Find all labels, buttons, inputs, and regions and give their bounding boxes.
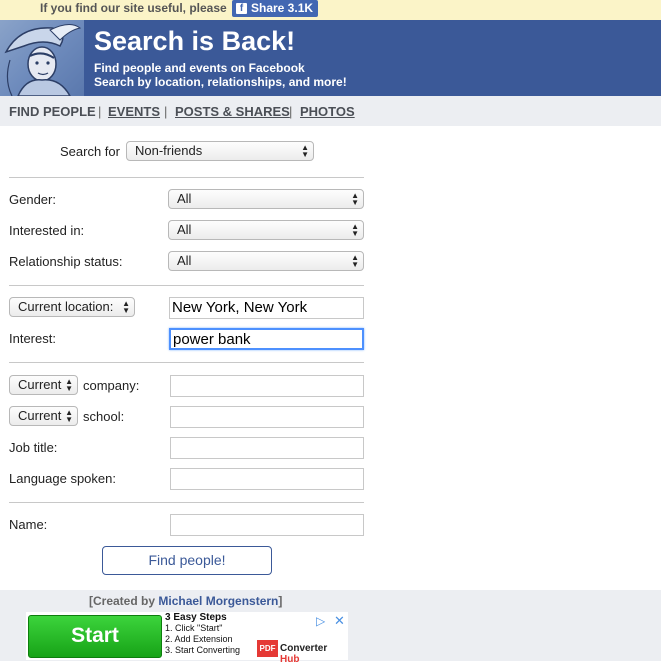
divider [9,362,364,363]
ad-brand-hub: Hub [280,654,300,665]
facebook-icon: f [236,3,247,14]
divider [9,502,364,503]
nav-photos[interactable]: PHOTOS [300,104,355,119]
interest-label: Interest: [9,331,56,346]
mascot-logo[interactable] [0,20,84,96]
advertisement[interactable]: Start 3 Easy Steps 1. Click "Start" 2. A… [26,612,348,665]
search-for-label: Search for [60,144,120,159]
divider [9,285,364,286]
select-arrows-icon: ▲ ▼ [351,253,359,269]
ad-step-2: 2. Add Extension [165,634,233,644]
nav-posts-shares[interactable]: POSTS & SHARES [175,104,290,119]
close-icon[interactable]: ✕ [334,613,345,629]
relationship-status-label: Relationship status: [9,254,123,269]
facebook-share-button[interactable]: f Share 3.1K [232,0,319,17]
relationship-status-value: All [177,253,192,268]
ad-steps-title: 3 Easy Steps [165,612,227,623]
mascot-illustration [4,24,82,96]
site-subtitle-2: Search by location, relationships, and m… [94,75,347,89]
name-label: Name: [9,517,48,532]
interested-in-select[interactable]: All ▲ ▼ [168,220,364,240]
name-input[interactable] [170,514,364,536]
search-for-select[interactable]: Non-friends ▲ ▼ [126,141,314,161]
nav-find-people[interactable]: FIND PEOPLE [9,104,96,119]
company-type-value: Current [18,377,62,392]
select-arrows-icon: ▲ ▼ [122,299,130,315]
company-label: company: [83,378,140,393]
select-arrows-icon: ▲ ▼ [65,408,73,424]
credit-line: [Created by Michael Morgenstern] [89,594,282,608]
job-title-label: Job title: [9,440,58,455]
divider [9,177,364,178]
interest-input[interactable]: power bank [169,328,364,350]
adchoices-icon[interactable]: ▷ [316,614,325,628]
relationship-status-select[interactable]: All ▲ ▼ [168,251,364,271]
location-type-select[interactable]: Current location: ▲ ▼ [9,297,135,317]
site-title: Search is Back! [94,26,296,56]
language-spoken-label: Language spoken: [9,471,116,486]
nav-separator: | [98,104,102,119]
footer: [Created by Michael Morgenstern] Start 3… [0,590,661,665]
main-nav: FIND PEOPLE | EVENTS | POSTS & SHARES | … [0,96,661,126]
select-arrows-icon: ▲ ▼ [65,377,73,393]
school-label: school: [83,409,125,424]
select-arrows-icon: ▲ ▼ [301,143,309,159]
ad-brand-name: Converter [280,643,328,654]
language-spoken-input[interactable] [170,468,364,490]
ad-brand: Converter Hub [280,643,348,665]
pdf-icon: PDF [257,640,278,657]
credit-prefix: [Created by [89,594,159,608]
school-input[interactable] [170,406,364,428]
nav-separator: | [289,104,293,119]
site-subtitle-1: Find people and events on Facebook [94,61,305,75]
ad-step-1: 1. Click "Start" [165,623,223,633]
nav-events[interactable]: EVENTS [108,104,160,119]
select-arrows-icon: ▲ ▼ [351,191,359,207]
top-share-bar: If you find our site useful, please f Sh… [0,0,661,20]
interested-in-value: All [177,222,192,237]
select-arrows-icon: ▲ ▼ [351,222,359,238]
school-type-select[interactable]: Current ▲ ▼ [9,406,78,426]
ad-steps: 3 Easy Steps 1. Click "Start" 2. Add Ext… [165,612,240,656]
site-banner: Search is Back! Find people and events o… [0,20,661,96]
find-people-button[interactable]: Find people! [102,546,272,575]
location-input[interactable]: New York, New York [169,297,364,319]
gender-select[interactable]: All ▲ ▼ [168,189,364,209]
ad-step-3: 3. Start Converting [165,645,241,655]
search-for-value: Non-friends [135,143,203,158]
ad-start-button[interactable]: Start [28,615,162,658]
school-type-value: Current [18,408,62,423]
nav-separator: | [164,104,168,119]
company-type-select[interactable]: Current ▲ ▼ [9,375,78,395]
gender-label: Gender: [9,192,56,207]
share-message: If you find our site useful, please [40,1,227,15]
share-label: Share 3.1K [251,1,314,15]
job-title-input[interactable] [170,437,364,459]
gender-value: All [177,191,192,206]
author-link[interactable]: Michael Morgenstern [158,594,278,608]
interested-in-label: Interested in: [9,223,85,238]
location-type-value: Current location: [18,299,114,314]
company-input[interactable] [170,375,364,397]
credit-suffix: ] [278,594,283,608]
search-form: Search for Non-friends ▲ ▼ Gender: All ▲ ▼… [0,126,661,590]
